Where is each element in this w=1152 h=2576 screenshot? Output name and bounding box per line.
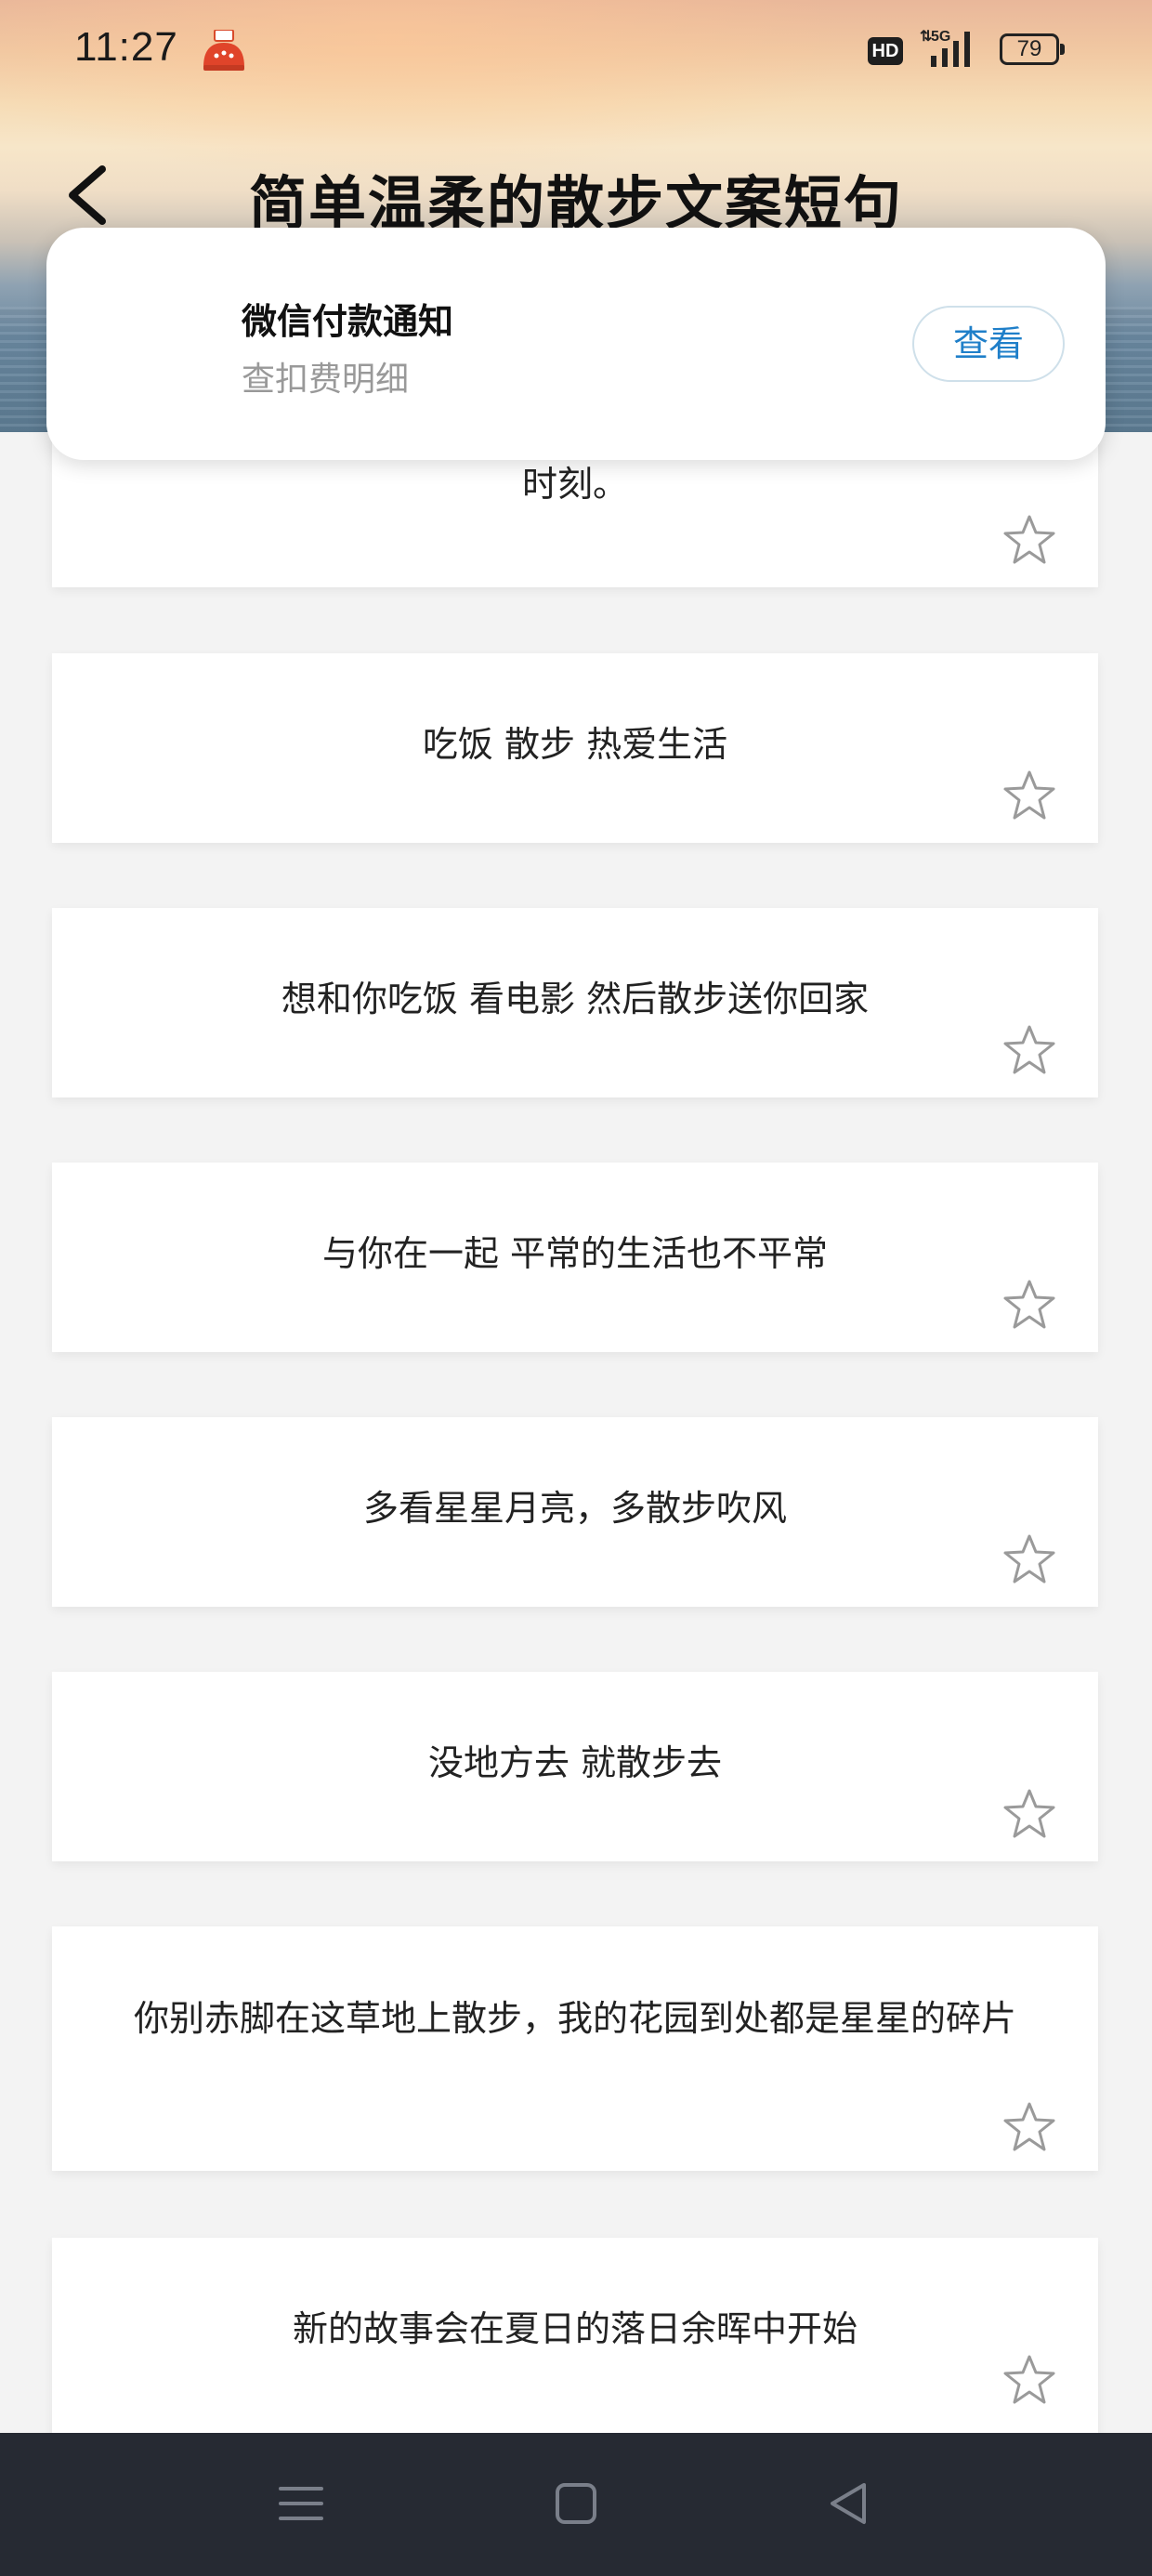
status-bar: 11:27 HD ⇅ 5G 79 xyxy=(0,0,1152,102)
star-outline-icon[interactable] xyxy=(1001,769,1057,822)
quote-card[interactable]: 想和你吃饭 看电影 然后散步送你回家 xyxy=(52,908,1098,1097)
star-outline-icon[interactable] xyxy=(1001,2353,1057,2407)
signal-5g-icon: ⇅ 5G xyxy=(920,29,970,67)
quote-text: 想和你吃饭 看电影 然后散步送你回家 xyxy=(281,979,870,1019)
quote-card[interactable]: 多看星星月亮，多散步吹风 xyxy=(52,1417,1098,1607)
network-label: 5G xyxy=(931,29,950,45)
quote-card[interactable]: 新的故事会在夏日的落日余晖中开始 xyxy=(52,2238,1098,2442)
star-outline-icon[interactable] xyxy=(1001,513,1057,567)
view-button[interactable]: 查看 xyxy=(912,306,1065,382)
star-outline-icon[interactable] xyxy=(1001,1532,1057,1586)
quote-text: 时刻。 xyxy=(521,464,628,505)
battery-tip xyxy=(1060,44,1065,55)
hd-badge: HD xyxy=(868,37,903,65)
battery-level: 79 xyxy=(1016,36,1042,61)
quote-text: 多看星星月亮，多散步吹风 xyxy=(362,1488,787,1529)
quote-text: 与你在一起 平常的生活也不平常 xyxy=(321,1233,829,1274)
notification-title: 微信付款通知 xyxy=(242,301,454,342)
quote-card[interactable]: 你别赤脚在这草地上散步，我的花园到处都是星星的碎片 xyxy=(52,1926,1098,2171)
quote-text: 吃饭 散步 热爱生活 xyxy=(422,724,728,765)
quote-text: 没地方去 就散步去 xyxy=(427,1742,723,1783)
menu-icon[interactable] xyxy=(273,2476,329,2531)
star-outline-icon[interactable] xyxy=(1001,2100,1057,2154)
quote-card[interactable]: 与你在一起 平常的生活也不平常 xyxy=(52,1163,1098,1352)
quote-card[interactable]: 没地方去 就散步去 xyxy=(52,1672,1098,1861)
battery-indicator: 79 xyxy=(1000,33,1067,67)
system-navigation-bar xyxy=(0,2433,1152,2576)
quote-card[interactable]: 吃饭 散步 热爱生活 xyxy=(52,653,1098,843)
status-time: 11:27 xyxy=(74,24,178,70)
app-notification-icon xyxy=(203,30,244,71)
quote-text: 新的故事会在夏日的落日余晖中开始 xyxy=(292,2308,857,2349)
nav-back-triangle-icon[interactable] xyxy=(821,2476,877,2531)
notification-subtitle: 查扣费明细 xyxy=(242,361,410,399)
payment-notification-banner[interactable]: 微信付款通知 查扣费明细 查看 xyxy=(46,228,1106,460)
home-square-icon[interactable] xyxy=(548,2476,604,2531)
star-outline-icon[interactable] xyxy=(1001,1787,1057,1841)
star-outline-icon[interactable] xyxy=(1001,1023,1057,1077)
star-outline-icon[interactable] xyxy=(1001,1278,1057,1332)
quote-text: 你别赤脚在这草地上散步，我的花园到处都是星星的碎片 xyxy=(133,1998,1016,2039)
